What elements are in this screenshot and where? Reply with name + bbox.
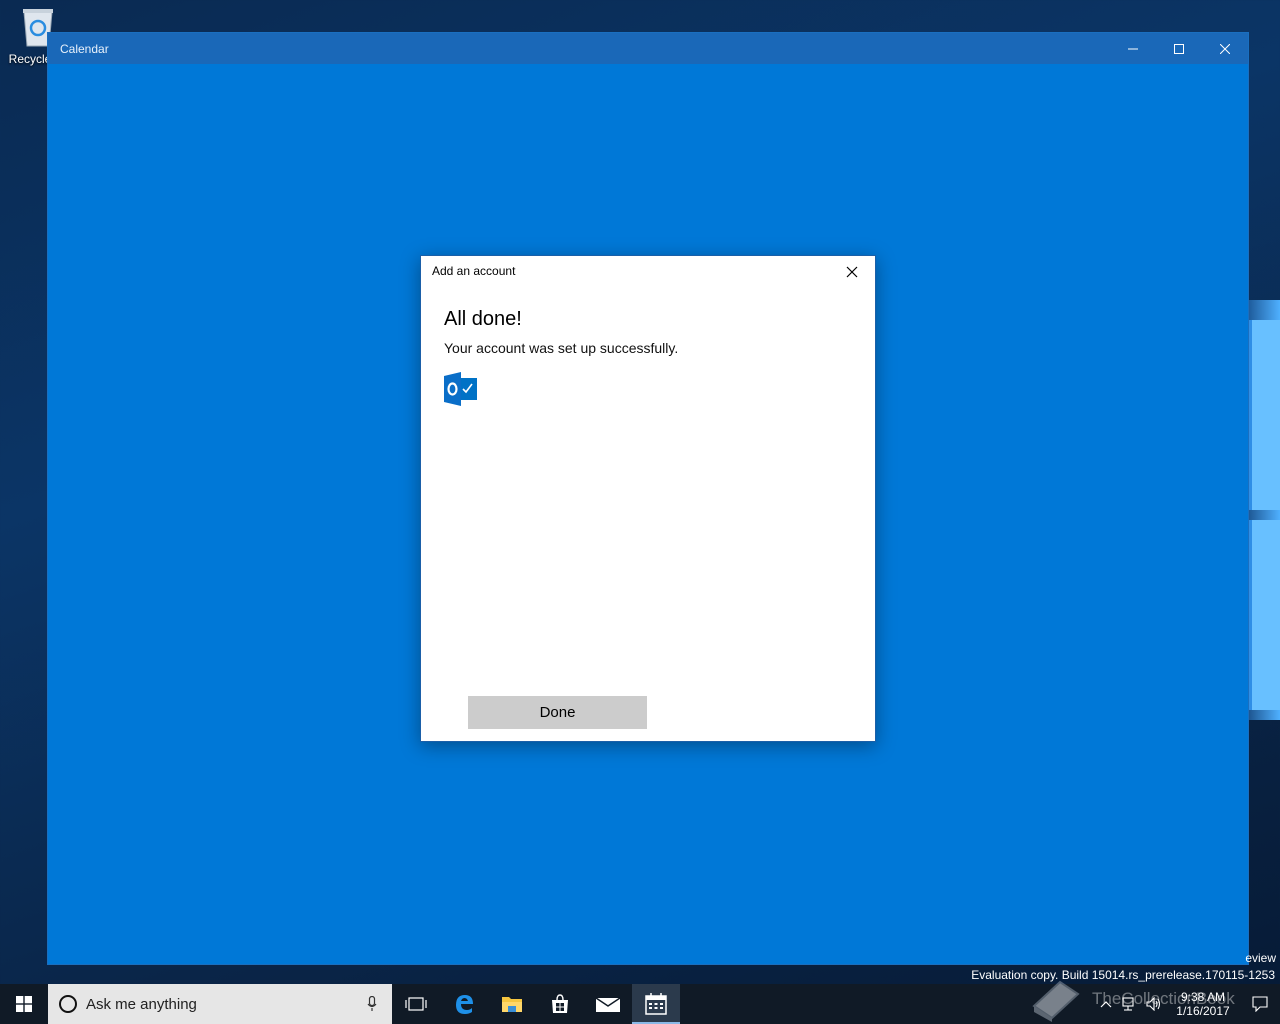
edge-icon xyxy=(456,995,473,1014)
store-button[interactable] xyxy=(536,984,584,1024)
wallpaper-pane xyxy=(1248,320,1280,510)
dialog-heading: All done! xyxy=(444,308,522,330)
dialog-message: Your account was set up successfully. xyxy=(444,340,679,356)
close-icon xyxy=(846,266,858,278)
search-box[interactable]: Ask me anything xyxy=(48,984,392,1024)
add-account-dialog: Add an account All done! Your account wa… xyxy=(420,255,876,742)
start-button[interactable] xyxy=(0,984,48,1024)
mail-button[interactable] xyxy=(584,984,632,1024)
search-placeholder: Ask me anything xyxy=(86,995,197,1013)
store-icon xyxy=(552,994,568,1013)
maximize-button[interactable] xyxy=(1156,33,1202,64)
edge-button[interactable] xyxy=(440,984,488,1024)
watermark-site-text: TheCollectionBook xyxy=(1092,989,1235,1008)
cortana-icon xyxy=(59,995,77,1013)
maximize-icon xyxy=(1174,43,1184,54)
action-center-button[interactable] xyxy=(1240,984,1280,1024)
task-view-button[interactable] xyxy=(392,984,440,1024)
mail-icon xyxy=(596,997,620,1012)
evaluation-copy-text: Evaluation copy. Build 15014.rs_prerelea… xyxy=(971,968,1275,982)
minimize-button[interactable] xyxy=(1110,33,1156,64)
done-button[interactable]: Done xyxy=(468,696,647,729)
close-icon xyxy=(1220,43,1230,54)
microphone-button[interactable] xyxy=(352,996,392,1012)
file-explorer-button[interactable] xyxy=(488,984,536,1024)
dialog-header: Add an account xyxy=(421,256,875,288)
microphone-icon xyxy=(367,996,377,1011)
minimize-icon xyxy=(1128,48,1138,49)
file-explorer-icon xyxy=(502,997,522,1012)
notification-icon xyxy=(1252,996,1268,1012)
book-logo-icon xyxy=(1030,976,1082,1022)
calendar-button[interactable] xyxy=(632,984,680,1024)
window-title: Calendar xyxy=(60,41,109,56)
task-view-icon xyxy=(405,997,427,1011)
calendar-icon xyxy=(645,993,667,1015)
dialog-close-button[interactable] xyxy=(837,260,867,284)
outlook-icon xyxy=(444,372,478,406)
wallpaper-pane xyxy=(1248,520,1280,710)
taskbar: Ask me anything 9:38 AM 1/16/2017 xyxy=(0,984,1280,1024)
title-bar[interactable]: Calendar xyxy=(48,33,1248,64)
preview-text: eview xyxy=(1245,951,1276,965)
windows-logo-icon xyxy=(16,996,32,1012)
dialog-title: Add an account xyxy=(432,264,516,278)
close-button[interactable] xyxy=(1202,33,1248,64)
